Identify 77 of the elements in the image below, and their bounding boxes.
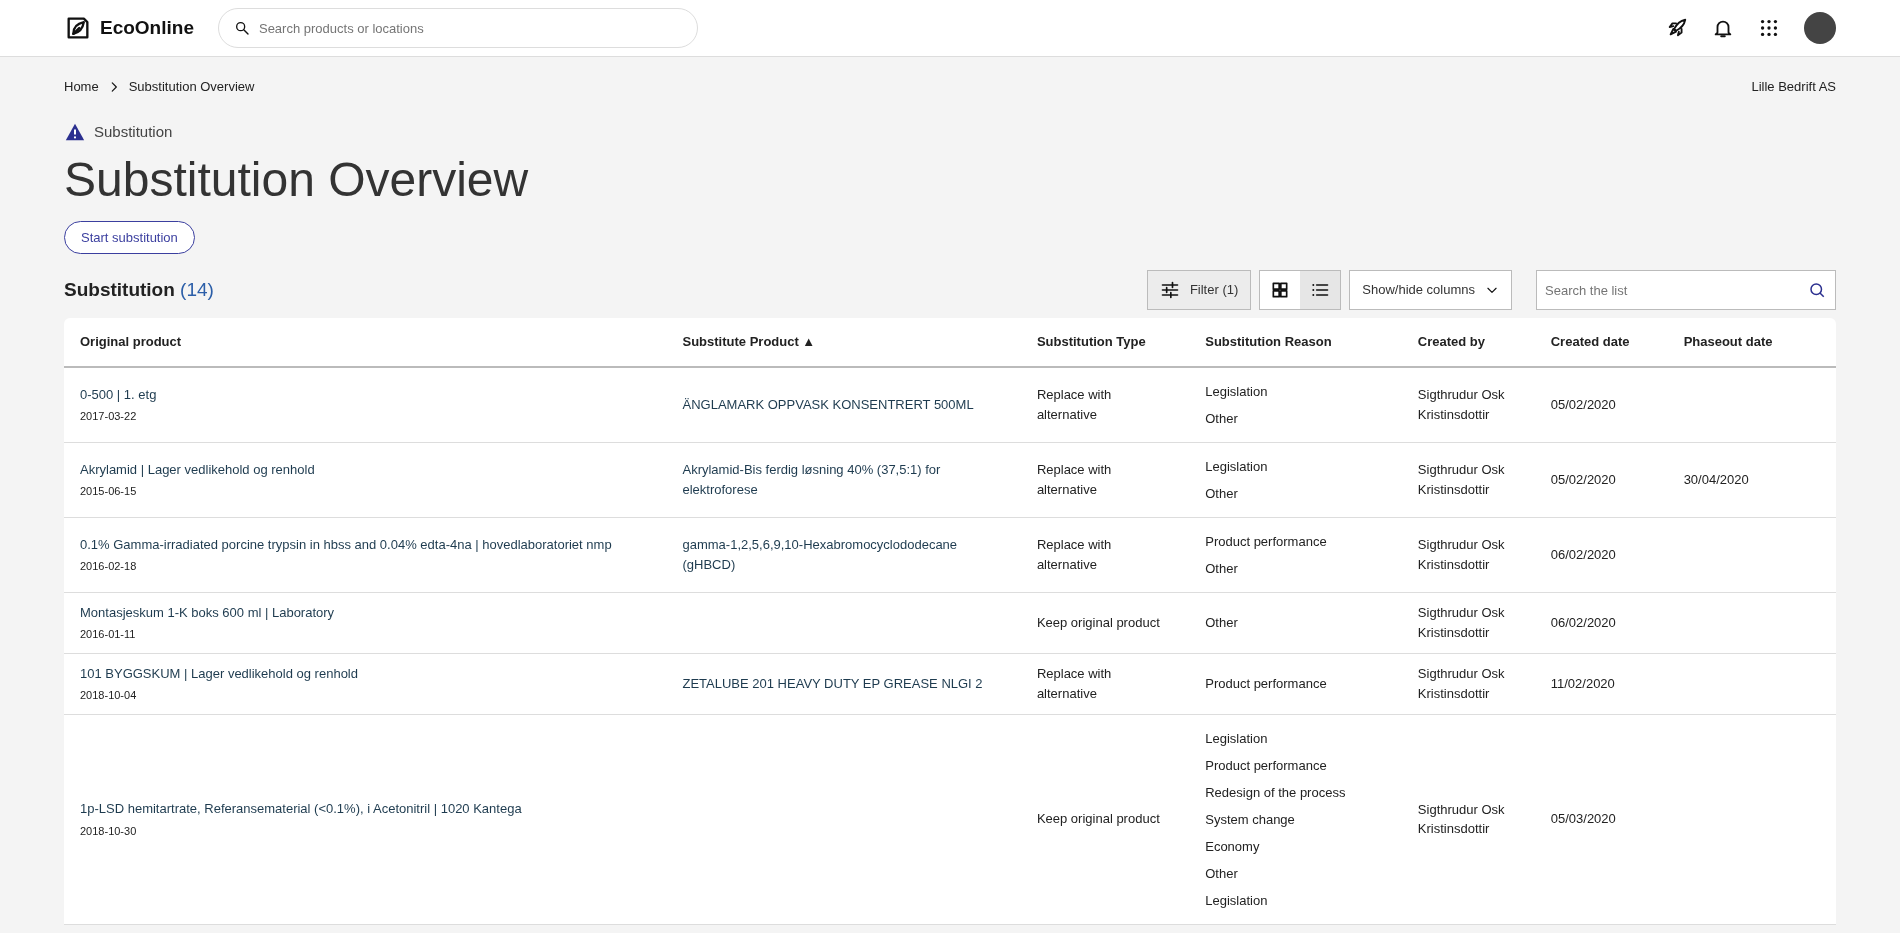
- substitution-type: Replace with alternative: [1036, 537, 1112, 572]
- product-link[interactable]: 0.1% Gamma-irradiated porcine trypsin in hbss and 0.04% edta-4na | hovedlaboratoriet nmp: [80, 534, 651, 555]
- sliders-icon: [1159, 280, 1180, 301]
- column-header[interactable]: Phaseout date: [1667, 318, 1836, 367]
- column-header[interactable]: Original product: [64, 318, 667, 367]
- product-date: 2017-03-22: [80, 409, 138, 425]
- substitution-reason: Other: [1205, 864, 1239, 883]
- rocket-icon[interactable]: [1666, 17, 1688, 39]
- substitution-reason: Legislation: [1205, 891, 1269, 910]
- product-date: 2016-01-11: [80, 627, 137, 643]
- product-link[interactable]: 0-500 | 1. etg: [80, 384, 651, 405]
- creator-name: Sigthrudur Osk Kristinsdottir: [1417, 462, 1505, 497]
- substitution-reason: Legislation: [1205, 457, 1269, 476]
- creator-name: Sigthrudur Osk Kristinsdottir: [1417, 801, 1505, 837]
- substitution-reason: Other: [1205, 484, 1239, 503]
- creator-name: Sigthrudur Osk Kristinsdottir: [1417, 666, 1505, 701]
- creator-name: Sigthrudur Osk Kristinsdottir: [1417, 537, 1505, 572]
- avatar[interactable]: [1804, 12, 1836, 44]
- search-icon: [1808, 281, 1826, 300]
- list-heading: Substitution (14): [64, 277, 214, 302]
- substitution-type: Keep original product: [1036, 811, 1160, 827]
- creator-name: Sigthrudur Osk Kristinsdottir: [1417, 387, 1505, 422]
- substitution-reason: Other: [1205, 614, 1239, 633]
- product-link[interactable]: Akrylamid | Lager vedlikehold og renhold: [80, 459, 651, 480]
- grid-icon: [1270, 280, 1291, 301]
- substitution-reason: Product performance: [1205, 675, 1328, 694]
- column-header[interactable]: Substitution Type: [1020, 318, 1190, 367]
- substitution-reason: System change: [1205, 810, 1296, 829]
- substitution-reason: Legislation: [1205, 729, 1269, 748]
- search-field[interactable]: Search products or locations: [217, 8, 698, 48]
- substitution-reason: Redesign of the process: [1205, 783, 1347, 802]
- substitute-link[interactable]: gamma-1,2,5,6,9,10-Hexabromocyclododecane (gHBCD): [682, 535, 1005, 575]
- created-date: 06/02/2020: [1550, 614, 1616, 630]
- page-title: Substitution Overview: [64, 152, 530, 208]
- list-view-button[interactable]: [1300, 271, 1341, 310]
- breadcrumb-current: Substitution Overview: [128, 78, 255, 96]
- start-substitution-button[interactable]: Start substitution: [64, 220, 195, 255]
- apps-grid-icon[interactable]: [1758, 17, 1780, 39]
- company-name: Lille Bedrift AS: [1751, 78, 1836, 96]
- brand-name[interactable]: EcoOnline: [100, 13, 194, 43]
- product-link[interactable]: 1p-LSD hemitartrate, Referansematerial (<0.1%), i Acetonitril | 1020 Kantega: [80, 799, 651, 819]
- grid-view-button[interactable]: [1260, 271, 1301, 310]
- creator-name: Sigthrudur Osk Kristinsdottir: [1417, 605, 1505, 640]
- substitution-type: Keep original product: [1036, 614, 1160, 630]
- product-date: 2016-02-18: [80, 559, 138, 575]
- substitution-type: Replace with alternative: [1036, 462, 1112, 497]
- phaseout-date: 30/04/2020: [1683, 471, 1749, 487]
- product-link[interactable]: Montasjeskum 1-K boks 600 ml | Laboratory: [80, 602, 651, 623]
- substitution-type: Replace with alternative: [1036, 387, 1112, 422]
- created-date: 05/02/2020: [1550, 396, 1616, 412]
- list-search-field[interactable]: Search the list: [1536, 270, 1836, 311]
- column-header[interactable]: Created by: [1401, 318, 1535, 367]
- created-date: 06/02/2020: [1550, 546, 1616, 562]
- product-date: 2018-10-30: [80, 823, 138, 839]
- created-date: 05/03/2020: [1550, 811, 1616, 827]
- substitute-link[interactable]: ZETALUBE 201 HEAVY DUTY EP GREASE NLGI 2: [682, 673, 1005, 694]
- created-date: 05/02/2020: [1550, 471, 1616, 487]
- substitution-reason: Product performance: [1205, 532, 1328, 551]
- breadcrumb-link[interactable]: Home: [64, 77, 99, 97]
- product-date: 2015-06-15: [80, 484, 138, 500]
- column-header[interactable]: Created date: [1534, 318, 1668, 367]
- product-link[interactable]: 101 BYGGSKUM | Lager vedlikehold og renhold: [80, 663, 651, 684]
- column-header[interactable]: Substitution Reason: [1189, 318, 1402, 367]
- substitute-link[interactable]: Akrylamid-Bis ferdig løsning 40% (37,5:1) for elektroforese: [682, 460, 1005, 500]
- columns-dropdown[interactable]: Show/hide columns: [1349, 270, 1512, 311]
- substitution-reason: Product performance: [1205, 756, 1328, 775]
- substitution-reason: Other: [1205, 559, 1239, 578]
- column-header[interactable]: Substitute Product ▲: [666, 318, 1021, 367]
- substitution-reason: Legislation: [1205, 382, 1269, 401]
- created-date: 11/02/2020: [1550, 675, 1615, 691]
- module-label: Substitution: [94, 121, 173, 142]
- product-date: 2018-10-04: [80, 688, 138, 704]
- substitution-reason: Other: [1205, 409, 1239, 428]
- filter-button[interactable]: Filter (1): [1146, 270, 1252, 311]
- substitution-type: Replace with alternative: [1036, 666, 1112, 701]
- substitution-reason: Economy: [1205, 837, 1261, 856]
- substitute-link[interactable]: ÄNGLAMARK OPPVASK KONSENTRERT 500ML: [682, 394, 1005, 415]
